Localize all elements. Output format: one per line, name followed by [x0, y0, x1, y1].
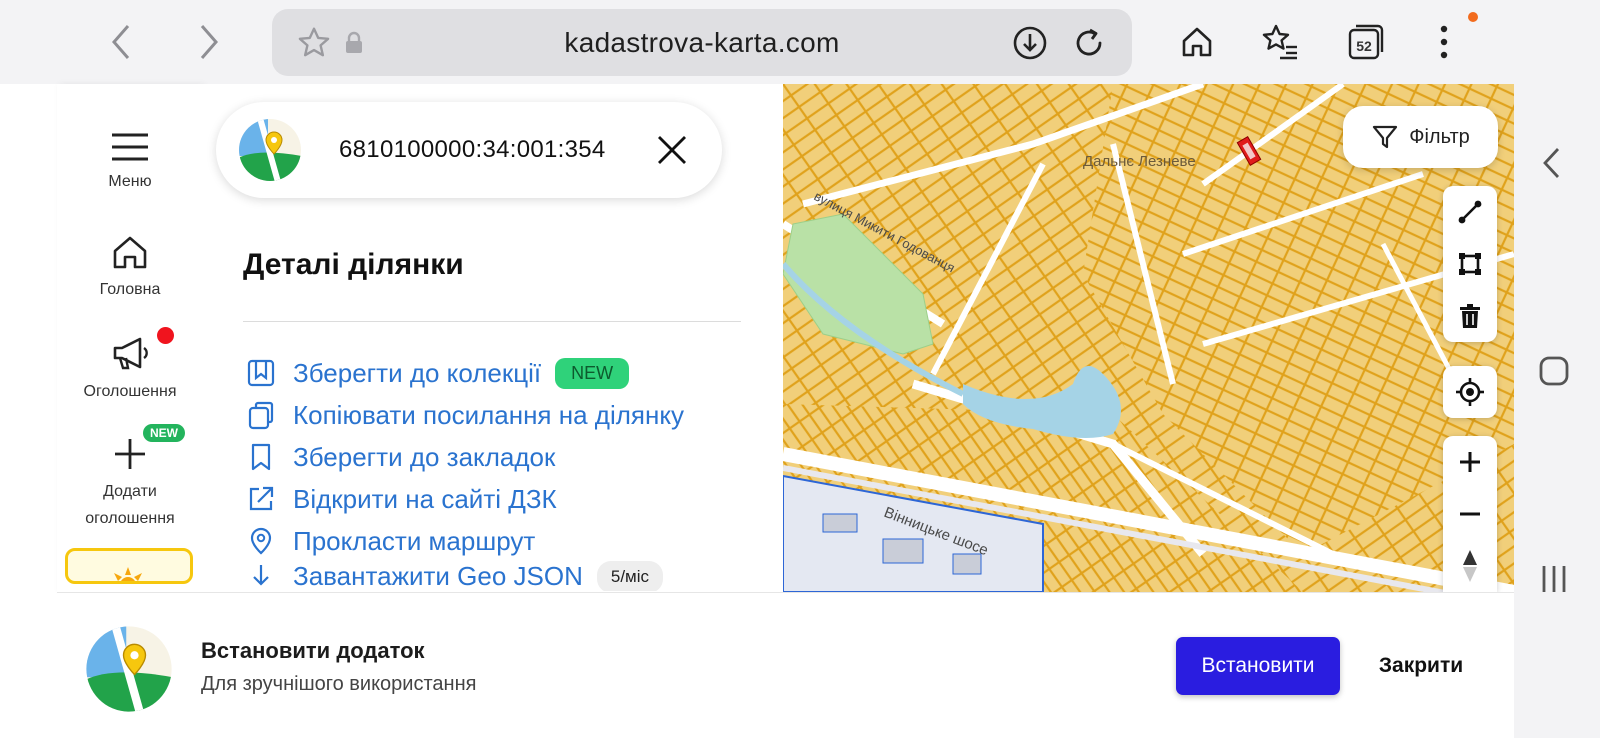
sidebar-item-add-listing[interactable]: Додати оголошення [57, 436, 203, 532]
external-link-icon [245, 483, 277, 515]
action-download-geojson[interactable]: Завантажити Geo JSON 5/міс [245, 561, 664, 591]
house-icon [1182, 27, 1212, 57]
action-label: Відкрити на сайті ДЗК [293, 483, 557, 514]
banner-subtitle: Для зручнішого використання [201, 673, 477, 695]
trash-icon [1460, 304, 1480, 328]
system-back-button[interactable] [1540, 146, 1564, 185]
filter-label: Фільтр [1409, 125, 1470, 148]
plus-icon [115, 439, 145, 469]
new-badge: NEW [555, 357, 630, 389]
clear-search-button[interactable] [652, 130, 692, 170]
left-edge [0, 84, 57, 738]
sidebar-item-home[interactable]: Головна [57, 234, 203, 303]
reload-icon[interactable] [1070, 24, 1108, 67]
draw-polygon-button[interactable] [1443, 238, 1497, 290]
zoom-in-button[interactable] [1443, 436, 1497, 488]
bookmarks-button[interactable] [1254, 16, 1306, 68]
plus-icon [1460, 452, 1480, 472]
star-outline-icon[interactable] [296, 25, 332, 66]
action-save-collection[interactable]: Зберегти до колекції NEW [245, 353, 630, 393]
action-save-bookmark[interactable]: Зберегти до закладок [245, 437, 555, 477]
home-icon [113, 236, 147, 269]
divider [243, 321, 741, 322]
action-label: Копіювати посилання на ділянку [293, 399, 685, 430]
bookmark-icon [245, 441, 277, 473]
action-open-dzk[interactable]: Відкрити на сайті ДЗК [245, 479, 557, 519]
draw-tools [1443, 186, 1497, 342]
download-icon[interactable] [1012, 25, 1048, 66]
zoom-out-button[interactable] [1443, 488, 1497, 540]
forward-button[interactable] [185, 18, 233, 66]
line-icon [1458, 200, 1482, 224]
address-bar[interactable]: kadastrova-karta.com [272, 9, 1132, 76]
notification-dot [1468, 12, 1478, 22]
menu-icon [112, 133, 148, 161]
collection-icon [245, 357, 277, 389]
tabs-button[interactable]: 52 [1340, 16, 1392, 68]
sidebar-item-label: Додати оголошення [85, 483, 175, 527]
promo-button[interactable] [65, 548, 193, 584]
star-list-icon [1262, 24, 1297, 60]
sidebar-item-label: Оголошення [83, 383, 177, 400]
system-recents-button[interactable] [1540, 564, 1568, 599]
sidebar-item-label: Головна [99, 281, 161, 298]
sidebar-item-ads[interactable]: Оголошення [57, 334, 203, 405]
app-sidebar: Меню Головна Оголошення Додати оголошенн… [57, 84, 203, 592]
home-button[interactable] [1171, 16, 1223, 68]
filter-button[interactable]: Фільтр [1343, 106, 1498, 168]
sun-icon [114, 567, 142, 581]
chevron-right-icon [200, 25, 218, 59]
action-label: Зберегти до закладок [293, 441, 556, 472]
rounded-square-icon [1539, 356, 1569, 386]
chevron-left-icon [1543, 148, 1560, 178]
compass-button[interactable] [1443, 540, 1497, 592]
delete-drawing-button[interactable] [1443, 290, 1497, 342]
tab-count: 52 [1356, 38, 1372, 54]
close-icon [658, 136, 686, 164]
browser-menu-button[interactable] [1424, 16, 1464, 68]
funnel-icon [1373, 125, 1398, 149]
megaphone-icon [113, 337, 148, 370]
new-badge: NEW [143, 424, 185, 442]
notification-dot [157, 327, 174, 344]
minus-icon [1460, 512, 1480, 516]
location-pin-icon [245, 525, 277, 557]
recents-icon [1542, 566, 1566, 592]
polygon-icon [1459, 253, 1481, 275]
lock-icon [344, 31, 364, 60]
action-label: Завантажити Geo JSON [293, 561, 583, 591]
target-icon [1456, 378, 1484, 406]
map-label: Дальнє Лезневе [1083, 153, 1196, 170]
system-home-button[interactable] [1538, 355, 1570, 392]
sidebar-item-menu[interactable]: Меню [57, 132, 203, 195]
my-location-button[interactable] [1443, 366, 1497, 418]
sidebar-item-label: Меню [108, 173, 152, 190]
copy-icon [245, 399, 277, 431]
action-route[interactable]: Прокласти маршрут [245, 521, 535, 561]
banner-title: Встановити додаток [201, 638, 425, 663]
more-vertical-icon [1440, 25, 1448, 59]
action-label: Прокласти маршрут [293, 525, 536, 556]
close-banner-button[interactable]: Закрити [1366, 637, 1476, 695]
panel-title: Деталі ділянки [243, 248, 464, 281]
quota-badge: 5/міс [596, 561, 664, 591]
app-logo-icon [238, 118, 302, 187]
url-text: kadastrova-karta.com [564, 26, 840, 58]
back-button[interactable] [97, 18, 145, 66]
install-button[interactable]: Встановити [1176, 637, 1340, 695]
zoom-control [1443, 436, 1497, 592]
chevron-left-icon [112, 25, 130, 59]
locate-control [1443, 366, 1497, 418]
cadastral-number: 6810100000:34:001:354 [339, 136, 606, 163]
action-copy-link[interactable]: Копіювати посилання на ділянку [245, 395, 684, 435]
action-label: Зберегти до колекції [293, 357, 542, 388]
compass-icon [1463, 550, 1477, 582]
draw-line-button[interactable] [1443, 186, 1497, 238]
download-icon [245, 561, 277, 591]
app-logo-icon [85, 625, 173, 718]
